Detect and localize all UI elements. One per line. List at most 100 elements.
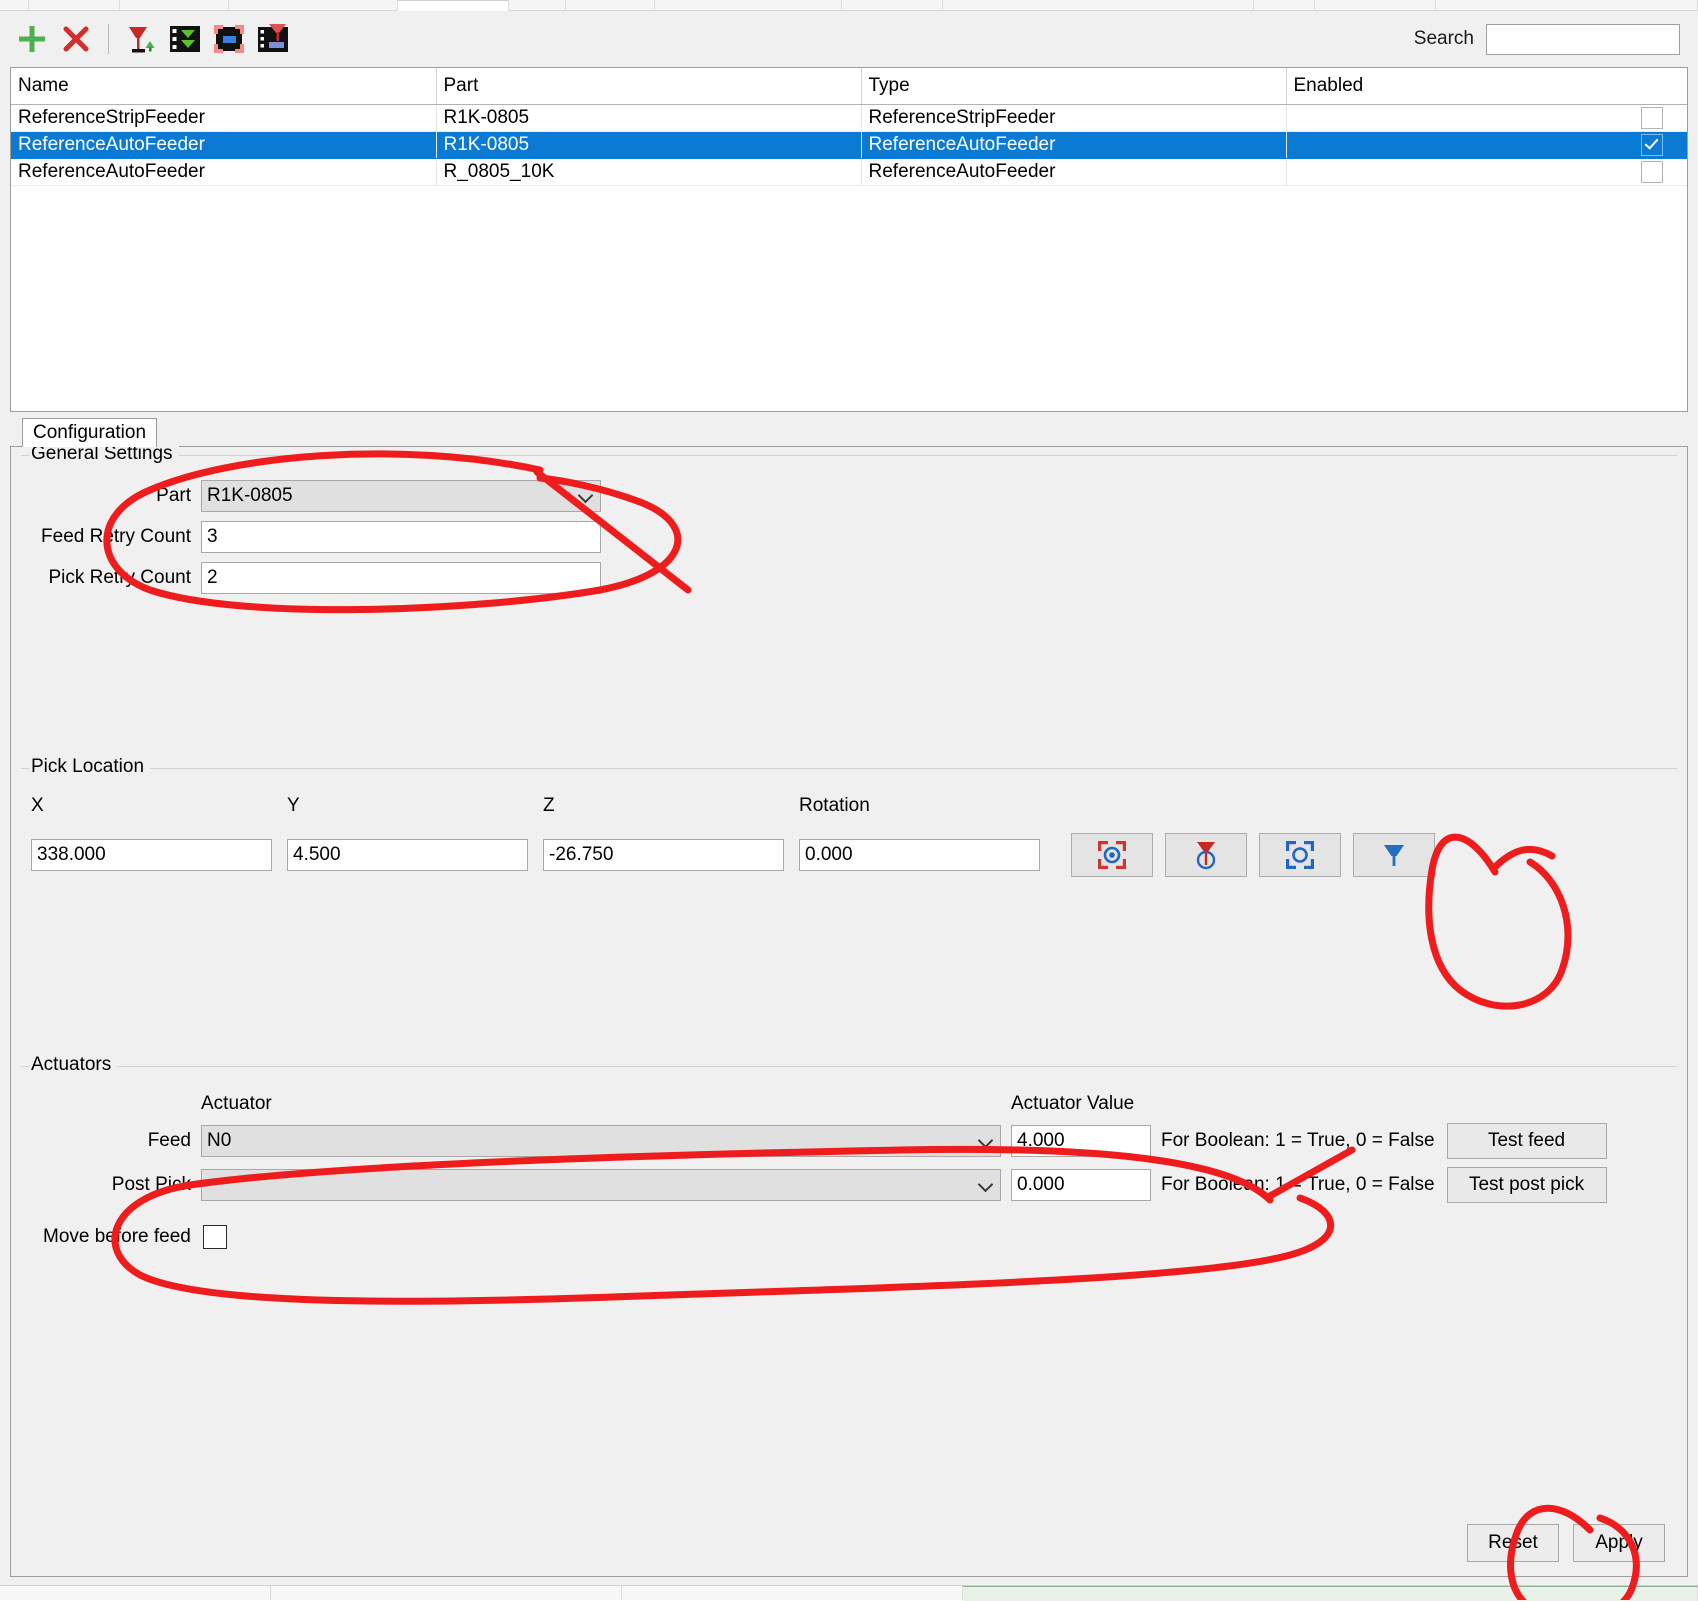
- test-post-pick-button[interactable]: Test post pick: [1446, 1167, 1607, 1203]
- cell-type: ReferenceAutoFeeder: [861, 158, 1287, 186]
- configuration-tab-body: General Settings Part R1K-0805 Feed Retr…: [10, 443, 1688, 1577]
- move-nozzle-to-location-button[interactable]: [1353, 833, 1435, 877]
- search-label: Search: [1413, 28, 1474, 49]
- pick-retry-count-label: Pick Retry Count: [48, 567, 191, 588]
- pick-location-title: Pick Location: [29, 756, 151, 778]
- pick-test-button[interactable]: [207, 17, 251, 61]
- pick-location-headers: X Y Z Rotation: [21, 795, 1677, 817]
- feed-all-icon: [170, 26, 200, 52]
- cross-icon: [63, 26, 89, 52]
- cell-enabled: [1286, 104, 1687, 132]
- move-nozzle-icon: [1384, 845, 1404, 866]
- enabled-checkbox[interactable]: [1641, 106, 1663, 129]
- column-header-type[interactable]: Type: [861, 68, 1287, 105]
- table-row[interactable]: ReferenceStripFeeder R1K-0805 ReferenceS…: [11, 104, 1687, 132]
- y-label: Y: [287, 795, 300, 816]
- feed-actuator-combobox[interactable]: N0: [201, 1125, 1001, 1157]
- enabled-checkbox[interactable]: [1641, 133, 1663, 156]
- cell-part: R1K-0805: [436, 131, 862, 159]
- feed-all-button[interactable]: [163, 17, 207, 61]
- move-camera-icon: [1286, 841, 1314, 869]
- test-feed-button[interactable]: Test feed: [1446, 1123, 1607, 1159]
- z-label: Z: [543, 795, 555, 816]
- feed-retry-count-label: Feed Retry Count: [41, 526, 191, 547]
- column-header-enabled[interactable]: Enabled: [1286, 68, 1687, 105]
- cell-name: ReferenceAutoFeeder: [11, 131, 437, 159]
- post-pick-actuator-combobox[interactable]: [201, 1169, 1001, 1201]
- post-pick-actuator-row: Post Pick For Boolean: 1 = True, 0 = Fal…: [21, 1167, 1677, 1203]
- reset-button[interactable]: Reset: [1467, 1524, 1559, 1562]
- table-row[interactable]: ReferenceAutoFeeder R1K-0805 ReferenceAu…: [11, 131, 1687, 159]
- move-before-feed-label: Move before feed: [43, 1226, 191, 1247]
- window-tabstrip: [0, 0, 1698, 11]
- toolbar-separator: [108, 24, 109, 54]
- column-header-name[interactable]: Name: [11, 68, 437, 105]
- part-combobox[interactable]: R1K-0805: [201, 480, 601, 512]
- cell-part: R1K-0805: [436, 104, 862, 132]
- cell-type: ReferenceStripFeeder: [861, 104, 1287, 132]
- apply-button[interactable]: Apply: [1573, 1524, 1665, 1562]
- chevron-down-icon: [979, 1177, 995, 1193]
- configuration-panel: Configuration General Settings Part R1K-…: [10, 416, 1688, 1577]
- chevron-down-icon: [979, 1133, 995, 1149]
- nozzle-capture-icon: [1196, 842, 1216, 870]
- move-before-feed-row: Move before feed: [21, 1225, 1677, 1249]
- actuators-group: Actuators Actuator Actuator Value Feed N…: [21, 1054, 1677, 1510]
- part-combobox-value: R1K-0805: [207, 485, 293, 506]
- feeders-toolbar: Search: [0, 11, 1698, 67]
- actuators-title: Actuators: [29, 1054, 118, 1076]
- post-pick-boolean-hint: For Boolean: 1 = True, 0 = False: [1161, 1174, 1435, 1195]
- table-header-row: Name Part Type Enabled: [11, 68, 1687, 105]
- feed-and-pick-icon: [258, 24, 288, 52]
- move-camera-to-location-button[interactable]: [1259, 833, 1341, 877]
- feed-retry-count-input[interactable]: [201, 521, 601, 553]
- part-label: Part: [156, 485, 191, 506]
- feeders-table[interactable]: Name Part Type Enabled ReferenceStripFee…: [10, 67, 1688, 412]
- cell-enabled: [1286, 131, 1687, 159]
- cell-type: ReferenceAutoFeeder: [861, 131, 1287, 159]
- capture-nozzle-position-button[interactable]: [1165, 833, 1247, 877]
- delete-feeder-button[interactable]: [54, 17, 98, 61]
- z-input[interactable]: [543, 839, 784, 871]
- feed-actuator-value: N0: [207, 1130, 232, 1151]
- enabled-checkbox[interactable]: [1641, 160, 1663, 183]
- search-area: Search: [1413, 23, 1688, 55]
- panel-footer: Reset Apply: [11, 1510, 1687, 1576]
- x-input[interactable]: [31, 839, 272, 871]
- rotation-input[interactable]: [799, 839, 1040, 871]
- move-before-feed-checkbox[interactable]: [202, 1225, 227, 1249]
- feed-actuator-row: Feed N0 For Boolean: 1 = True, 0 = False…: [21, 1123, 1677, 1159]
- camera-capture-icon: [1098, 841, 1126, 869]
- tab-configuration[interactable]: Configuration: [22, 418, 158, 447]
- capture-camera-position-button[interactable]: [1071, 833, 1153, 877]
- actuator-column-label: Actuator: [201, 1093, 272, 1114]
- post-pick-label: Post Pick: [111, 1174, 191, 1195]
- cell-name: ReferenceStripFeeder: [11, 104, 437, 132]
- search-input[interactable]: [1486, 23, 1680, 55]
- column-header-part[interactable]: Part: [436, 68, 862, 105]
- table-row[interactable]: ReferenceAutoFeeder R_0805_10K Reference…: [11, 158, 1687, 186]
- feed-label: Feed: [147, 1130, 191, 1151]
- feed-and-pick-button[interactable]: [251, 17, 295, 61]
- window-status-strip: [0, 1585, 1698, 1601]
- feeders-window: Search Name Part Type Enabled ReferenceS…: [0, 0, 1698, 1601]
- feeder-tool-button[interactable]: [119, 17, 163, 61]
- feeder-nozzle-icon: [129, 27, 155, 53]
- cell-enabled: [1286, 158, 1687, 186]
- cell-name: ReferenceAutoFeeder: [11, 158, 437, 186]
- pick-retry-count-input[interactable]: [201, 562, 601, 594]
- rotation-label: Rotation: [799, 795, 870, 816]
- plus-icon: [19, 26, 45, 52]
- actuators-header-row: Actuator Actuator Value: [21, 1093, 1677, 1115]
- actuator-value-column-label: Actuator Value: [1011, 1093, 1135, 1114]
- cell-part: R_0805_10K: [436, 158, 862, 186]
- pick-location-fields: [21, 833, 1677, 877]
- pick-test-icon: [214, 25, 244, 53]
- feed-actuator-value-input[interactable]: [1011, 1125, 1151, 1157]
- x-label: X: [31, 795, 44, 816]
- post-pick-actuator-value-input[interactable]: [1011, 1169, 1151, 1201]
- add-feeder-button[interactable]: [10, 17, 54, 61]
- chevron-down-icon: [579, 488, 595, 504]
- panel-tabrow: Configuration: [10, 416, 1688, 447]
- y-input[interactable]: [287, 839, 528, 871]
